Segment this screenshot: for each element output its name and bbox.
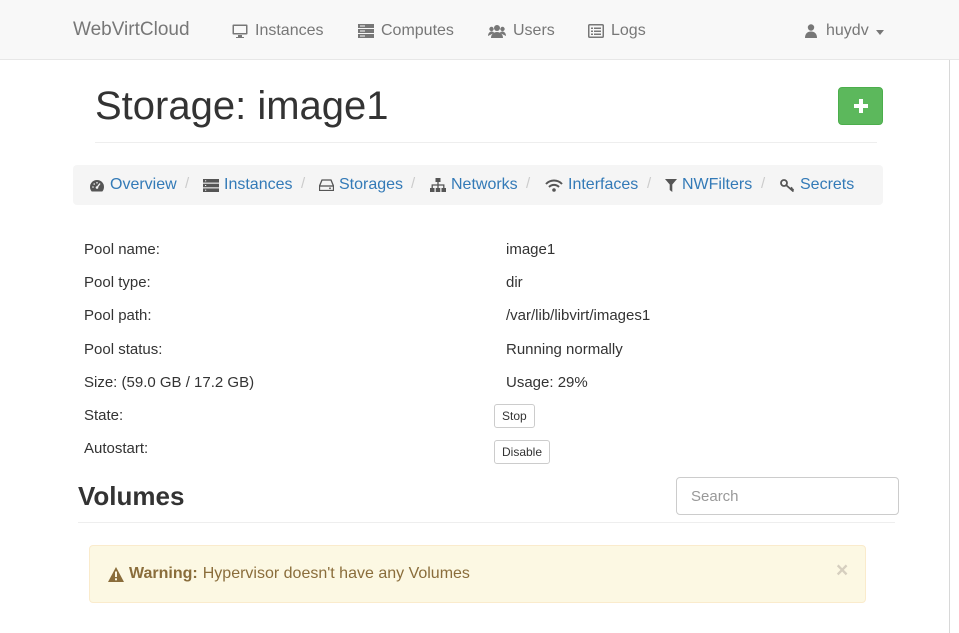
- user-icon: [805, 24, 817, 38]
- top-navbar: WebVirtCloud Instances Computes Users Lo…: [0, 0, 959, 60]
- volumes-heading: Volumes: [78, 481, 185, 511]
- pool-name-label: Pool name:: [84, 241, 160, 258]
- warning-icon: [108, 566, 124, 582]
- page-edge-divider: [949, 60, 950, 633]
- nav-item-instances[interactable]: Instances: [232, 20, 323, 42]
- warning-alert: Warning: Hypervisor doesn't have any Vol…: [89, 545, 866, 603]
- desktop-icon: [232, 24, 248, 38]
- nav-item-logs[interactable]: Logs: [588, 20, 646, 42]
- dashboard-icon: [90, 179, 104, 191]
- pool-usage-value: Usage: 29%: [506, 374, 588, 391]
- breadcrumb-separator: /: [185, 175, 190, 192]
- tab-networks[interactable]: Networks: [430, 175, 518, 195]
- sitemap-icon: [430, 178, 446, 192]
- pool-status-label: Pool status:: [84, 341, 163, 358]
- disable-autostart-button[interactable]: Disable: [494, 440, 551, 464]
- close-icon[interactable]: ×: [836, 560, 848, 581]
- pool-name-value: image1: [506, 241, 556, 258]
- server-icon: [203, 178, 219, 192]
- stop-pool-button[interactable]: Stop: [494, 404, 535, 428]
- pool-path-label: Pool path:: [84, 307, 152, 324]
- tab-nwfilters[interactable]: NWFilters: [665, 175, 752, 195]
- alert-title: Warning:: [129, 565, 198, 582]
- pool-state-label: State:: [84, 407, 124, 424]
- storage-breadcrumb-nav: Overview / Instances / Storages / Networ…: [73, 165, 883, 205]
- breadcrumb-separator: /: [761, 175, 766, 192]
- filter-icon: [665, 178, 677, 192]
- pool-autostart-label: Autostart:: [84, 440, 149, 457]
- users-icon: [488, 25, 506, 38]
- list-alt-icon: [588, 24, 604, 38]
- tab-label: NWFilters: [682, 176, 753, 193]
- nav-item-label: Computes: [381, 22, 454, 39]
- volumes-divider: [78, 522, 895, 523]
- pool-status-value: Running normally: [506, 341, 623, 358]
- title-divider: [95, 142, 877, 143]
- wifi-icon: [545, 179, 563, 192]
- nav-item-label: Instances: [255, 22, 324, 39]
- tab-overview[interactable]: Overview: [89, 175, 177, 195]
- tab-label: Secrets: [800, 176, 855, 193]
- nav-item-label: Users: [513, 22, 555, 39]
- tab-label: Storages: [339, 176, 404, 193]
- volume-search-input[interactable]: [676, 477, 899, 515]
- tab-label: Overview: [110, 176, 177, 193]
- pool-type-value: dir: [506, 274, 523, 291]
- tab-storages[interactable]: Storages: [319, 175, 403, 195]
- brand-link[interactable]: WebVirtCloud: [73, 19, 190, 41]
- breadcrumb-separator: /: [647, 175, 652, 192]
- tab-label: Instances: [224, 176, 293, 193]
- nav-item-label: Logs: [611, 22, 646, 39]
- key-icon: [780, 178, 795, 192]
- breadcrumb-separator: /: [526, 175, 531, 192]
- nav-item-computes[interactable]: Computes: [358, 20, 454, 42]
- user-name: huydv: [826, 22, 869, 39]
- server-icon: [358, 24, 374, 38]
- add-volume-button[interactable]: [838, 87, 883, 125]
- breadcrumb-separator: /: [301, 175, 306, 192]
- nav-item-users[interactable]: Users: [488, 20, 555, 42]
- user-menu-toggle[interactable]: huydv: [805, 20, 884, 42]
- caret-down-icon: [875, 29, 884, 35]
- plus-icon: [853, 99, 868, 113]
- tab-instances[interactable]: Instances: [203, 175, 292, 195]
- breadcrumb-separator: /: [411, 175, 416, 192]
- page-title: Storage: image1: [95, 84, 389, 128]
- alert-message: Hypervisor doesn't have any Volumes: [202, 565, 470, 582]
- pool-size-label: Size: (59.0 GB / 17.2 GB): [84, 374, 255, 391]
- tab-secrets[interactable]: Secrets: [780, 175, 854, 195]
- tab-label: Interfaces: [568, 176, 639, 193]
- pool-path-value: /var/lib/libvirt/images1: [506, 307, 651, 324]
- pool-type-label: Pool type:: [84, 274, 151, 291]
- tab-interfaces[interactable]: Interfaces: [545, 175, 638, 195]
- tab-label: Networks: [451, 176, 518, 193]
- hdd-icon: [319, 179, 334, 191]
- alert-content: Warning: Hypervisor doesn't have any Vol…: [108, 565, 470, 583]
